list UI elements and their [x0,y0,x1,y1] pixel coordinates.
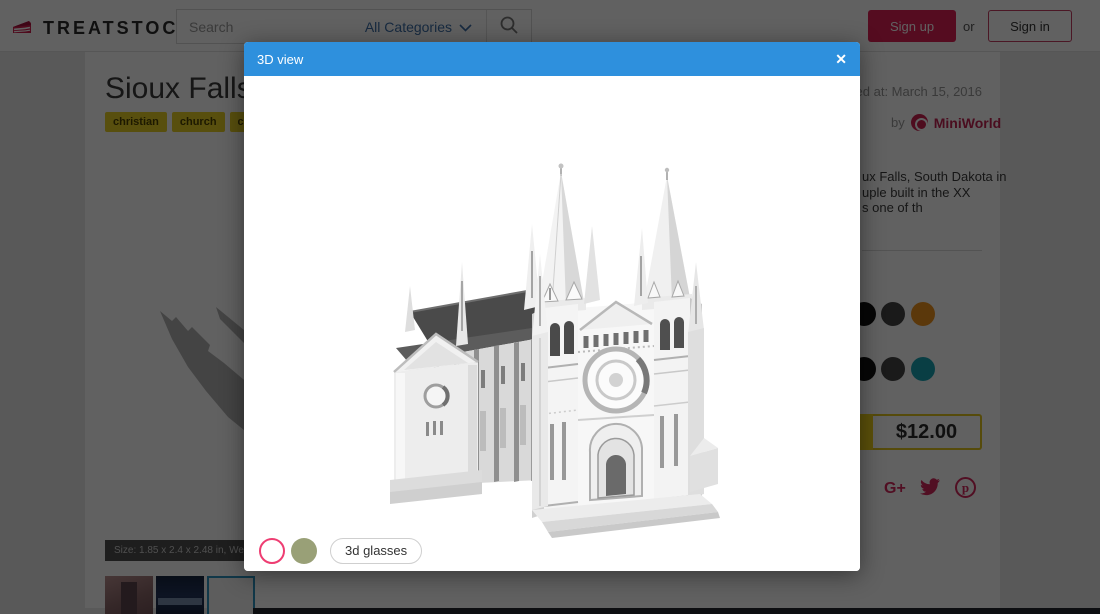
modal-header: 3D view ✕ [244,42,860,76]
modal-title: 3D view [257,52,303,67]
cathedral-3d-model [244,76,860,571]
3d-view-modal: 3D view ✕ [244,42,860,571]
model-color-option-green[interactable] [291,538,317,564]
close-icon[interactable]: ✕ [835,52,847,66]
cathedral-3d-model-viewer[interactable] [244,76,860,571]
app-root: TREATSTOCK All Categories Sign up [0,0,1100,614]
viewer-controls: 3d glasses [259,538,422,564]
3d-glasses-button[interactable]: 3d glasses [330,538,422,564]
model-color-option-white[interactable] [259,538,285,564]
modal-body: 3d glasses [244,76,860,571]
